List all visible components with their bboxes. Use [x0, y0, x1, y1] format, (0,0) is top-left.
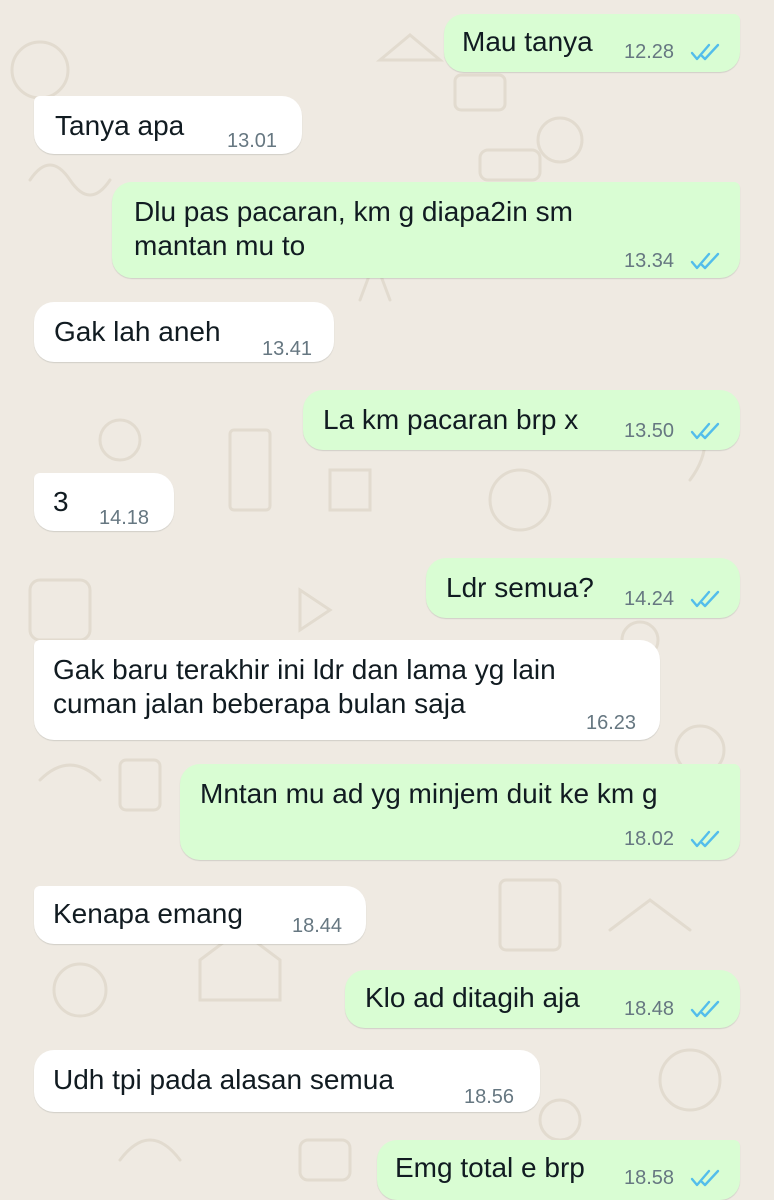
outgoing-message-bubble[interactable]: Emg total e brp 18.58: [377, 1140, 740, 1200]
outgoing-message-bubble[interactable]: La km pacaran brp x 13.50: [303, 390, 740, 450]
incoming-message-bubble[interactable]: Gak baru terakhir ini ldr dan lama yg la…: [34, 640, 660, 740]
message-text: Dlu pas pacaran, km g diapa2in sm: [134, 196, 573, 227]
message-timestamp: 14.18: [99, 507, 150, 529]
message-text: cuman jalan beberapa bulan saja: [53, 688, 466, 719]
message-text: Gak baru terakhir ini ldr dan lama yg la…: [53, 654, 556, 685]
message-text: Tanya apa: [55, 110, 185, 141]
message-text: Udh tpi pada alasan semua: [53, 1064, 394, 1095]
message-timestamp: 13.34: [624, 250, 675, 272]
message-timestamp: 18.02: [624, 828, 675, 850]
double-check-icon: [690, 43, 720, 61]
incoming-message-bubble[interactable]: Gak lah aneh 13.41: [34, 302, 334, 362]
message-timestamp: 18.56: [464, 1086, 515, 1108]
double-check-icon: [690, 422, 720, 440]
message-text: Mau tanya: [462, 26, 593, 57]
message-text: La km pacaran brp x: [323, 404, 579, 435]
message-text: Gak lah aneh: [54, 316, 221, 347]
message-timestamp: 18.48: [624, 998, 675, 1020]
outgoing-message-bubble[interactable]: Mntan mu ad yg minjem duit ke km g 18.02: [180, 764, 740, 860]
incoming-message-bubble[interactable]: Kenapa emang 18.44: [34, 886, 366, 944]
message-text: Mntan mu ad yg minjem duit ke km g: [200, 778, 658, 809]
double-check-icon: [690, 1169, 720, 1187]
outgoing-message-bubble[interactable]: Mau tanya 12.28: [444, 14, 740, 72]
message-timestamp: 14.24: [624, 588, 675, 610]
message-text: Kenapa emang: [53, 898, 243, 929]
message-timestamp: 13.50: [624, 420, 675, 442]
message-timestamp: 13.01: [227, 130, 278, 152]
message-timestamp: 13.41: [262, 338, 313, 360]
double-check-icon: [690, 830, 720, 848]
incoming-message-bubble[interactable]: Udh tpi pada alasan semua 18.56: [34, 1050, 540, 1112]
outgoing-message-bubble[interactable]: Klo ad ditagih aja 18.48: [345, 970, 740, 1028]
message-timestamp: 16.23: [586, 712, 637, 734]
outgoing-message-bubble[interactable]: Ldr semua? 14.24: [426, 558, 740, 618]
outgoing-message-bubble[interactable]: Dlu pas pacaran, km g diapa2in sm mantan …: [112, 182, 740, 278]
message-text: 3: [53, 486, 69, 517]
double-check-icon: [690, 252, 720, 270]
message-text: Klo ad ditagih aja: [365, 982, 580, 1013]
message-timestamp: 18.44: [292, 915, 343, 937]
message-text: Ldr semua?: [446, 572, 594, 603]
incoming-message-bubble[interactable]: 3 14.18: [34, 473, 174, 531]
double-check-icon: [690, 590, 720, 608]
double-check-icon: [690, 1000, 720, 1018]
message-text: Emg total e brp: [395, 1152, 585, 1183]
message-timestamp: 18.58: [624, 1167, 675, 1189]
message-timestamp: 12.28: [624, 41, 675, 63]
message-text: mantan mu to: [134, 230, 306, 261]
incoming-message-bubble[interactable]: Tanya apa 13.01: [34, 96, 302, 154]
